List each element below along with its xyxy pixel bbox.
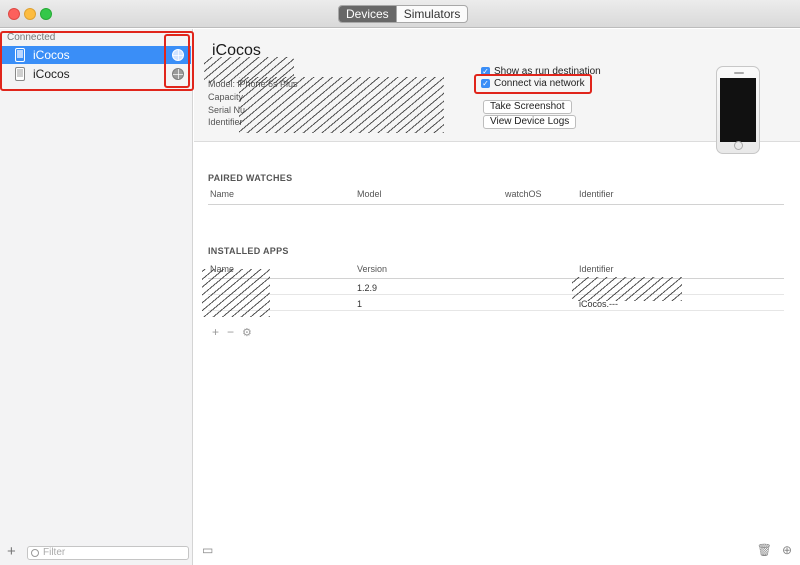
column-header[interactable]: watchOS bbox=[505, 189, 542, 199]
device-sidebar: Connected iCocos iCocos + Filter bbox=[0, 29, 194, 565]
redaction-scribble bbox=[202, 269, 270, 317]
column-header[interactable]: Model bbox=[357, 189, 382, 199]
table-row-divider bbox=[208, 310, 784, 311]
tab-simulators[interactable]: Simulators bbox=[395, 6, 468, 22]
take-screenshot-button[interactable]: Take Screenshot bbox=[483, 100, 572, 114]
trash-icon[interactable]: 🗑 bbox=[757, 543, 772, 557]
gear-icon[interactable]: ⚙ bbox=[242, 326, 252, 339]
tab-devices[interactable]: Devices bbox=[339, 6, 396, 22]
view-switcher: Devices Simulators bbox=[338, 5, 469, 23]
identifier-label: Identifier bbox=[208, 117, 243, 127]
capacity-label: Capacity bbox=[208, 92, 244, 102]
close-window-button[interactable] bbox=[8, 8, 20, 20]
installed-apps-title: INSTALLED APPS bbox=[208, 246, 289, 256]
minimize-window-button[interactable] bbox=[24, 8, 36, 20]
highlight-box bbox=[474, 74, 592, 94]
title-bar: Devices Simulators bbox=[0, 0, 800, 28]
paired-watches-title: PAIRED WATCHES bbox=[208, 173, 293, 183]
column-header[interactable]: Name bbox=[210, 189, 234, 199]
view-device-logs-button[interactable]: View Device Logs bbox=[483, 115, 577, 129]
device-image bbox=[716, 66, 760, 154]
table-row-divider bbox=[208, 294, 784, 295]
apps-toolbar: + − ⚙ bbox=[212, 325, 252, 339]
redaction-scribble bbox=[572, 277, 682, 301]
filter-placeholder: Filter bbox=[43, 547, 66, 558]
download-icon[interactable]: ⊕ bbox=[782, 543, 792, 557]
table-divider bbox=[208, 278, 784, 279]
column-header[interactable]: Version bbox=[357, 264, 387, 274]
sidebar-footer: + Filter bbox=[0, 541, 192, 565]
highlight-box bbox=[164, 34, 190, 88]
add-app-button[interactable]: + bbox=[212, 325, 219, 339]
table-divider bbox=[208, 204, 784, 205]
console-toggle-icon[interactable]: ▭ bbox=[202, 543, 213, 557]
filter-icon bbox=[31, 549, 39, 557]
remove-app-button[interactable]: − bbox=[227, 325, 234, 339]
add-device-button[interactable]: + bbox=[7, 543, 16, 560]
filter-field[interactable]: Filter bbox=[27, 546, 189, 560]
device-detail-pane: iCocos Model: iPhone 6s Plus Capacity Se… bbox=[194, 29, 800, 565]
app-version: 1.2.9 bbox=[357, 283, 378, 293]
device-header: iCocos Model: iPhone 6s Plus Capacity Se… bbox=[194, 29, 800, 154]
redaction-scribble bbox=[239, 77, 444, 133]
column-header[interactable]: Identifier bbox=[579, 189, 614, 199]
column-header[interactable]: Identifier bbox=[579, 264, 614, 274]
app-version: 1 bbox=[357, 299, 363, 309]
zoom-window-button[interactable] bbox=[40, 8, 52, 20]
